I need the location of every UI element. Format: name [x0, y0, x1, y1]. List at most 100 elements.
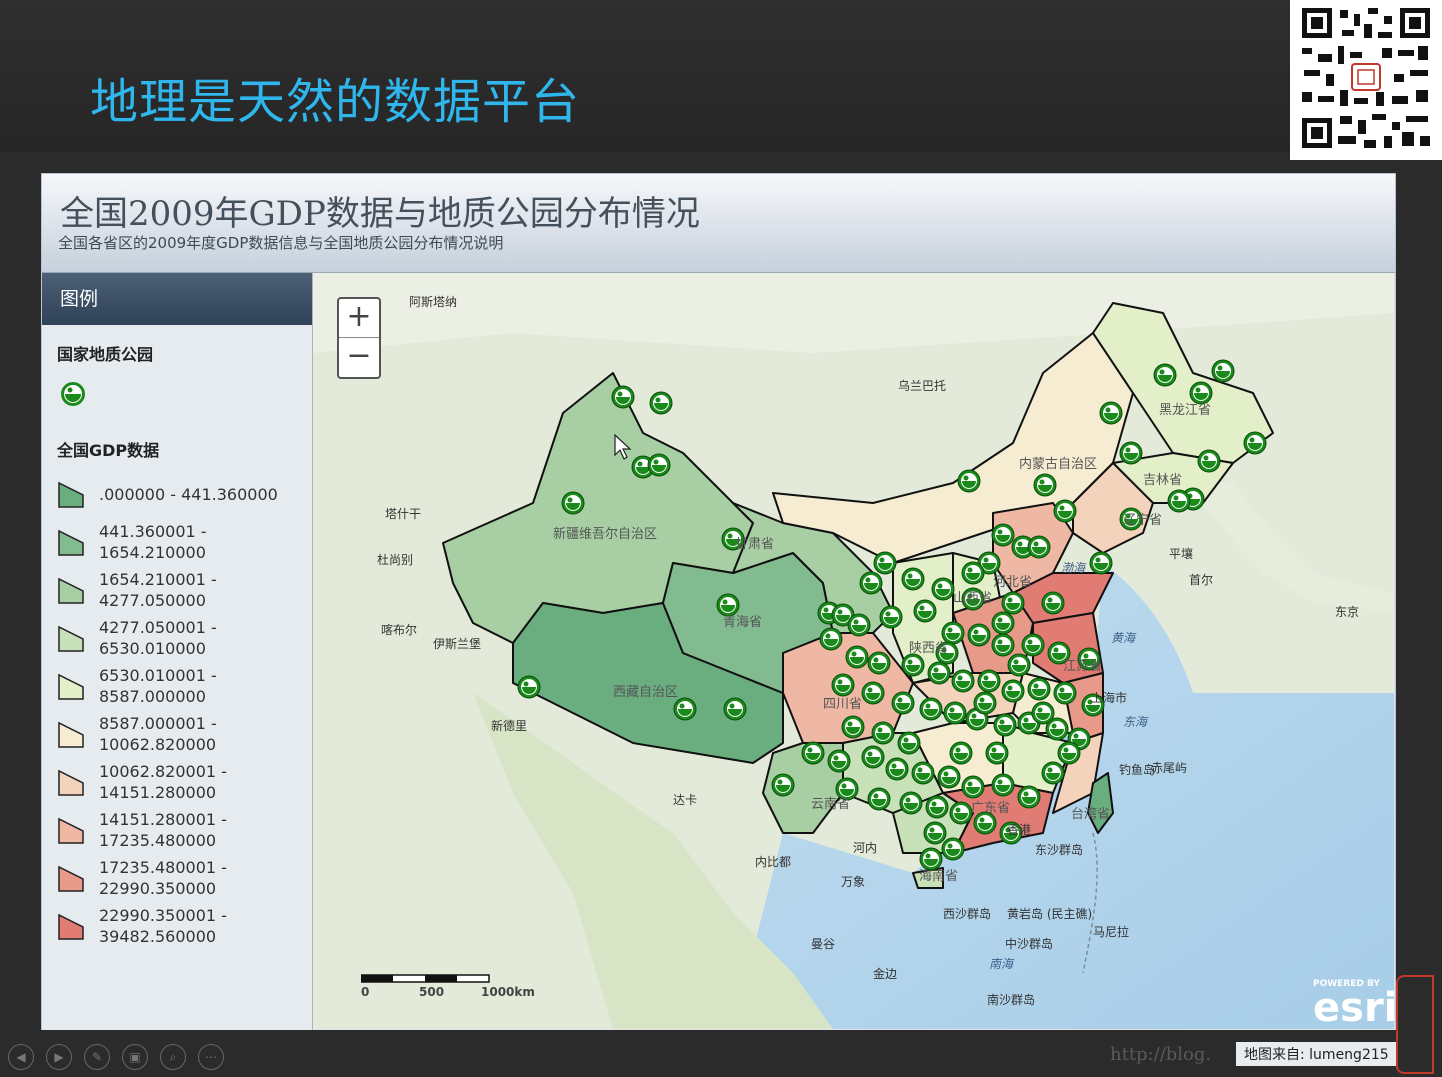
map-label: 万象 — [841, 875, 866, 889]
geopark-marker[interactable] — [649, 391, 673, 415]
geopark-marker[interactable] — [1021, 633, 1045, 657]
geopark-marker[interactable] — [1041, 761, 1065, 785]
geopark-marker[interactable] — [1167, 489, 1191, 513]
geopark-marker[interactable] — [859, 571, 883, 595]
geopark-marker[interactable] — [723, 697, 747, 721]
geopark-marker[interactable] — [891, 691, 915, 715]
play-button[interactable]: ▶ — [46, 1044, 72, 1070]
geopark-marker[interactable] — [1057, 741, 1081, 765]
map-label: 黄海 — [1111, 631, 1136, 645]
geopark-marker[interactable] — [1041, 591, 1065, 615]
geopark-marker[interactable] — [873, 551, 897, 575]
geopark-marker[interactable] — [967, 623, 991, 647]
geopark-marker[interactable] — [647, 453, 671, 477]
geopark-marker[interactable] — [973, 691, 997, 715]
geopark-marker[interactable] — [871, 721, 895, 745]
geopark-marker[interactable] — [911, 761, 935, 785]
geopark-marker[interactable] — [847, 613, 871, 637]
geopark-marker[interactable] — [1243, 431, 1267, 455]
more-icon[interactable]: ⋯ — [198, 1044, 224, 1070]
geopark-marker[interactable] — [937, 765, 961, 789]
geopark-marker[interactable] — [991, 633, 1015, 657]
map-label: 陕西省 — [909, 641, 949, 656]
geopark-marker[interactable] — [1033, 473, 1057, 497]
geopark-marker[interactable] — [901, 567, 925, 591]
geopark-marker[interactable] — [827, 749, 851, 773]
geopark-marker[interactable] — [901, 653, 925, 677]
geopark-marker[interactable] — [1031, 701, 1055, 725]
slides-icon[interactable]: ▣ — [122, 1044, 148, 1070]
prev-slide-button[interactable]: ◀ — [8, 1044, 34, 1070]
map-label: 东海 — [1123, 715, 1148, 729]
geopark-marker[interactable] — [919, 697, 943, 721]
map-label: 东沙群岛 — [1035, 843, 1084, 857]
geopark-marker[interactable] — [1053, 681, 1077, 705]
geopark-marker[interactable] — [985, 741, 1009, 765]
map-label: 江苏省 — [1063, 659, 1103, 674]
geopark-marker[interactable] — [1007, 653, 1031, 677]
geopark-marker[interactable] — [925, 795, 949, 819]
geopark-marker[interactable] — [897, 731, 921, 755]
geopark-marker[interactable] — [801, 741, 825, 765]
geopark-marker[interactable] — [1089, 551, 1113, 575]
geopark-marker[interactable] — [913, 599, 937, 623]
geopark-marker[interactable] — [561, 491, 585, 515]
pen-icon[interactable]: ✎ — [84, 1044, 110, 1070]
geopark-marker[interactable] — [1027, 677, 1051, 701]
geopark-marker[interactable] — [961, 561, 985, 585]
geopark-marker[interactable] — [885, 757, 909, 781]
geopark-marker[interactable] — [867, 651, 891, 675]
geopark-marker[interactable] — [951, 669, 975, 693]
geopark-marker[interactable] — [771, 773, 795, 797]
geopark-marker[interactable] — [941, 837, 965, 861]
map-view[interactable]: 阿斯塔纳 乌兰巴托 塔什干 杜尚别 喀布尔 伊斯兰堡 新德里 达卡 内比都 河内 万象 曼谷 金边 平壤首… — [313, 273, 1394, 1029]
zoom-icon[interactable]: ⌕ — [160, 1044, 186, 1070]
geopark-marker[interactable] — [1053, 499, 1077, 523]
legend-class-5: 8587.000001 - 10062.820000 — [57, 713, 307, 757]
zoom-in-button[interactable]: + — [339, 299, 379, 338]
map-label: 塔什干 — [385, 507, 422, 521]
map-label: 山西省 — [953, 591, 993, 606]
geopark-marker[interactable] — [949, 741, 973, 765]
zoom-out-button[interactable]: − — [339, 338, 379, 376]
geopark-marker[interactable] — [1001, 591, 1025, 615]
app-subtitle: 全国各省区的2009年度GDP数据信息与全国地质公园分布情况说明 — [58, 234, 504, 252]
geopark-marker[interactable] — [1119, 441, 1143, 465]
geopark-marker[interactable] — [1099, 401, 1123, 425]
geopark-marker[interactable] — [1197, 449, 1221, 473]
geopark-marker[interactable] — [819, 627, 843, 651]
app-header: 全国2009年GDP数据与地质公园分布情况 全国各省区的2009年度GDP数据信… — [42, 174, 1395, 273]
geopark-marker[interactable] — [861, 745, 885, 769]
geopark-marker[interactable] — [991, 611, 1015, 635]
geopark-marker[interactable] — [899, 791, 923, 815]
map-label: 河北省 — [993, 575, 1033, 590]
geopark-marker[interactable] — [517, 675, 541, 699]
geopark-marker[interactable] — [927, 661, 951, 685]
map-label: 曼谷 — [811, 937, 836, 951]
geopark-marker[interactable] — [957, 469, 981, 493]
map-label: 台湾省 — [1071, 807, 1111, 822]
geopark-marker[interactable] — [867, 787, 891, 811]
geopark-marker[interactable] — [993, 713, 1017, 737]
geopark-marker[interactable] — [845, 645, 869, 669]
geopark-marker-icon — [61, 382, 85, 406]
geopark-marker[interactable] — [1001, 679, 1025, 703]
geopark-marker[interactable] — [977, 669, 1001, 693]
geopark-marker[interactable] — [923, 821, 947, 845]
geopark-marker[interactable] — [991, 523, 1015, 547]
geopark-marker[interactable] — [611, 385, 635, 409]
geopark-marker[interactable] — [1211, 359, 1235, 383]
geopark-marker[interactable] — [879, 605, 903, 629]
geopark-marker[interactable] — [1027, 535, 1051, 559]
geopark-marker[interactable] — [861, 681, 885, 705]
geopark-marker[interactable] — [673, 697, 697, 721]
geopark-marker[interactable] — [949, 801, 973, 825]
geopark-marker[interactable] — [943, 701, 967, 725]
geopark-marker[interactable] — [961, 775, 985, 799]
geopark-marker[interactable] — [841, 715, 865, 739]
map-label: 广东省 — [971, 801, 1011, 816]
geopark-marker[interactable] — [991, 773, 1015, 797]
geopark-marker[interactable] — [1153, 363, 1177, 387]
geopark-marker[interactable] — [931, 577, 955, 601]
geopark-marker[interactable] — [1017, 785, 1041, 809]
